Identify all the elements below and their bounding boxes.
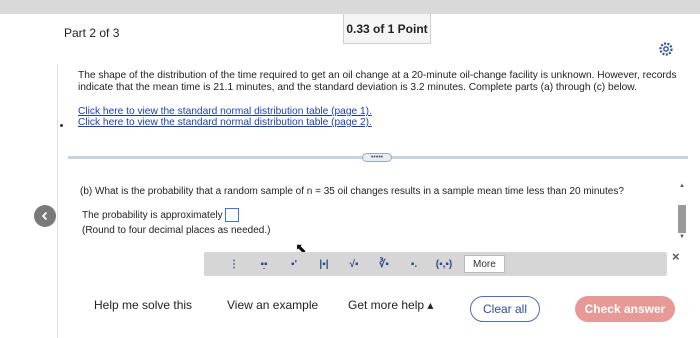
- get-more-help-button[interactable]: Get more help ▴: [348, 298, 433, 312]
- back-button[interactable]: [34, 205, 56, 227]
- round-note: (Round to four decimal places as needed.…: [82, 225, 271, 236]
- help-me-solve-button[interactable]: Help me solve this: [94, 298, 192, 312]
- exponent-button[interactable]: ▪': [282, 255, 306, 273]
- bullet-dot: [60, 124, 63, 127]
- clear-all-button[interactable]: Clear all: [470, 296, 540, 322]
- check-answer-button[interactable]: Check answer: [575, 296, 675, 322]
- more-button[interactable]: More: [464, 255, 505, 273]
- left-rail: [0, 14, 58, 338]
- rail-divider: [57, 64, 58, 338]
- answer-input[interactable]: [224, 208, 239, 222]
- view-example-button[interactable]: View an example: [227, 298, 318, 312]
- close-icon[interactable]: ×: [672, 249, 680, 264]
- ordered-pair-button[interactable]: (▪,▪): [432, 255, 456, 273]
- app-frame: Part 2 of 3 0.33 of 1 Point The shape of…: [0, 0, 700, 338]
- collapse-toggle[interactable]: •••••: [362, 153, 392, 162]
- scroll-up-arrow[interactable]: ▲: [679, 183, 685, 189]
- table-links: Click here to view the standard normal d…: [78, 106, 372, 128]
- gear-icon: [659, 42, 673, 56]
- back-arrow-icon: [41, 211, 48, 221]
- part-label: Part 2 of 3: [64, 26, 120, 40]
- decimal-button[interactable]: ▪.: [402, 255, 426, 273]
- normal-table-link-page-1[interactable]: Click here to view the standard normal d…: [78, 106, 372, 117]
- points-indicator: 0.33 of 1 Point: [343, 14, 431, 44]
- answer-prefix: The probability is approximately: [82, 209, 223, 221]
- scrollbar-thumb[interactable]: [678, 205, 686, 233]
- scroll-down-arrow[interactable]: ▼: [679, 234, 685, 240]
- square-root-button[interactable]: √▪: [342, 255, 366, 273]
- answer-line: The probability is approximately: [82, 208, 239, 222]
- top-strip: [0, 0, 700, 14]
- math-toolbar: ⋮ ▪̣▪ ▪' |▪| √▪ ∛▪ ▪. (▪,▪) More: [204, 252, 667, 276]
- fraction-button[interactable]: ⋮: [222, 255, 246, 273]
- nth-root-button[interactable]: ∛▪: [372, 255, 396, 273]
- mixed-number-button[interactable]: ▪̣▪: [252, 255, 276, 273]
- normal-table-link-page-2[interactable]: Click here to view the standard normal d…: [78, 117, 372, 128]
- settings-button[interactable]: [655, 38, 677, 60]
- problem-prompt: The shape of the distribution of the tim…: [78, 70, 677, 93]
- question-text: (b) What is the probability that a rando…: [80, 186, 624, 197]
- absolute-value-button[interactable]: |▪|: [312, 255, 336, 273]
